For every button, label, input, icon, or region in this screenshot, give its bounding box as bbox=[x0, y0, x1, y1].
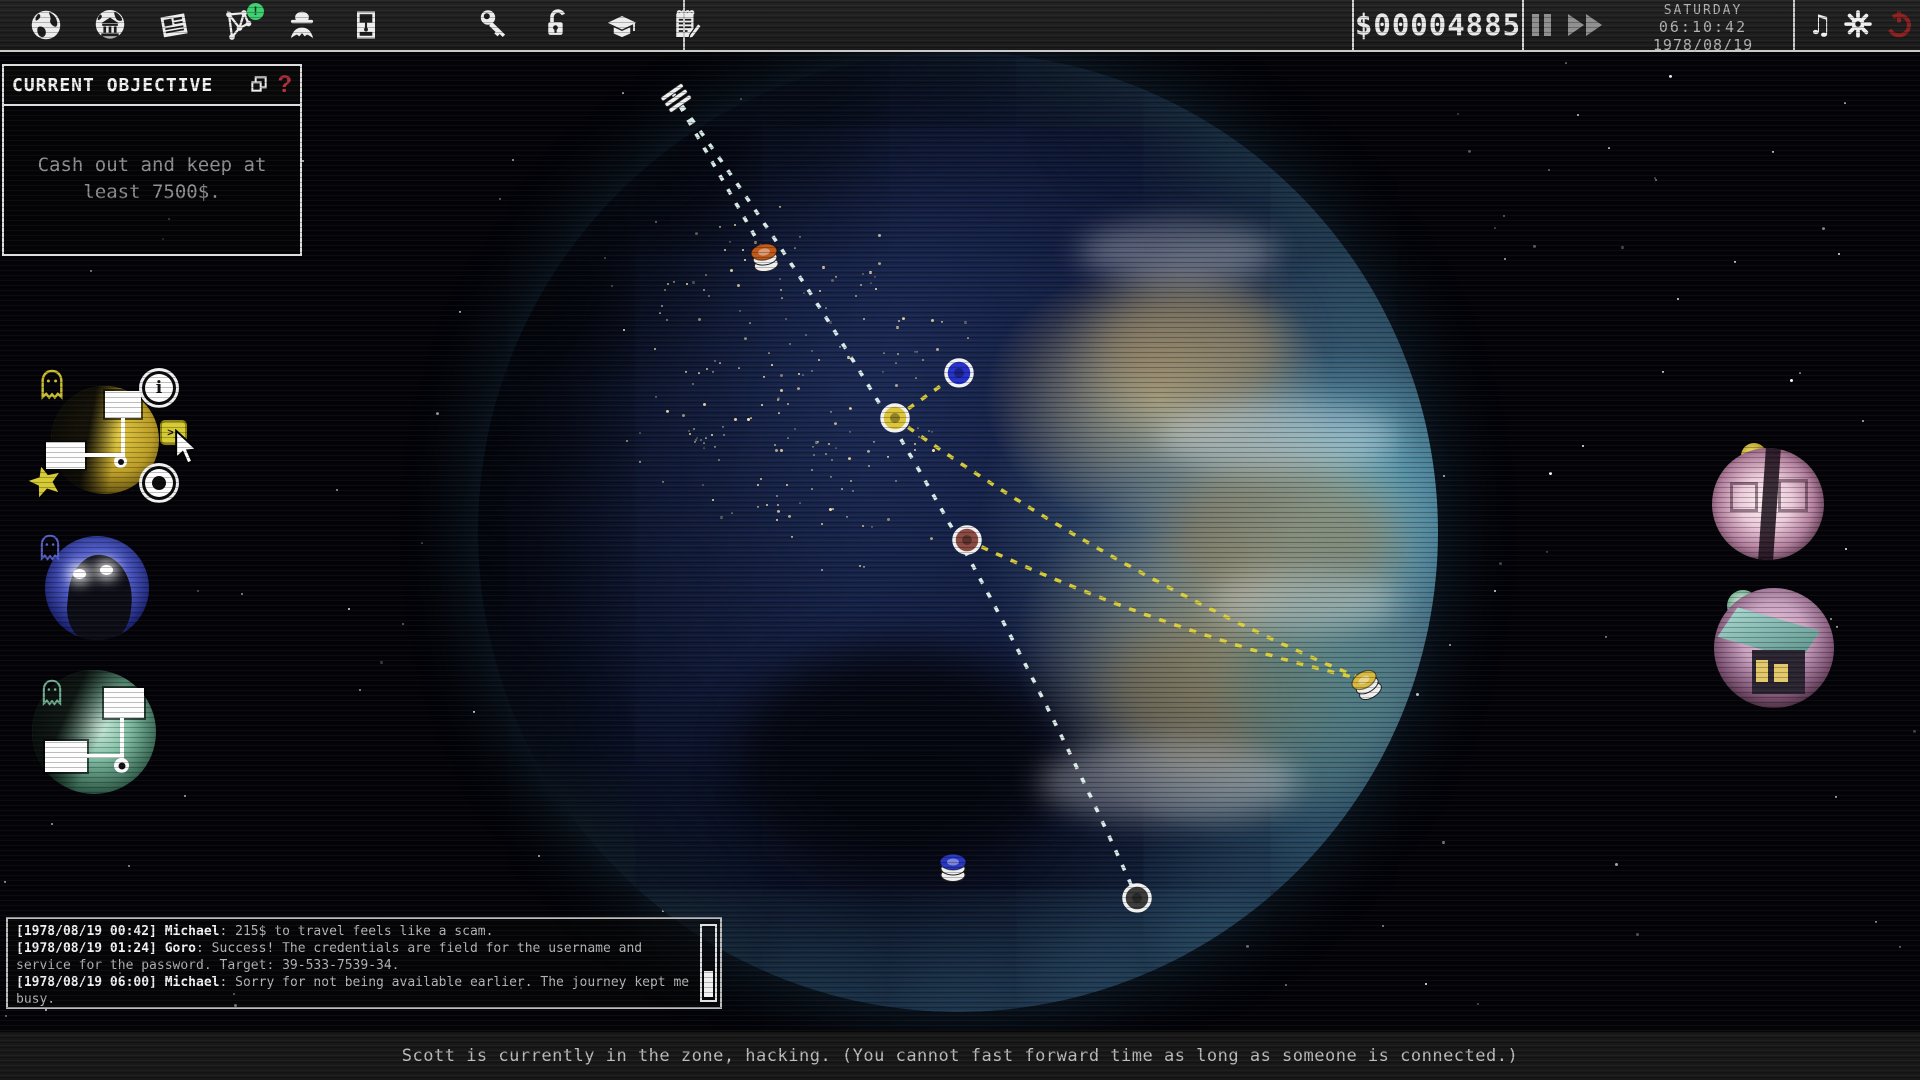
fast-forward-icon bbox=[1568, 14, 1584, 36]
fast-forward-button[interactable] bbox=[1568, 14, 1604, 36]
map-node-node-red[interactable] bbox=[954, 527, 980, 553]
toolbar-divider bbox=[683, 0, 685, 50]
tool-hardware-button[interactable] bbox=[346, 5, 386, 45]
crew1-connector bbox=[121, 418, 125, 458]
crew2-glowing-eye bbox=[100, 565, 113, 575]
tool-network-button[interactable]: ! bbox=[218, 5, 258, 45]
power-button[interactable] bbox=[1884, 9, 1914, 42]
objective-title: CURRENT OBJECTIVE bbox=[12, 75, 249, 96]
money-amount: $00004885 bbox=[1355, 8, 1521, 42]
map-node-money-stack-north[interactable] bbox=[660, 83, 692, 113]
tool-encryption-button[interactable] bbox=[538, 5, 578, 45]
notification-badge: ! bbox=[247, 3, 264, 20]
tool-learning-button[interactable] bbox=[602, 5, 642, 45]
map-node-node-white[interactable] bbox=[1124, 885, 1150, 911]
pause-icon bbox=[1532, 14, 1539, 36]
clock-day: SATURDAY bbox=[1620, 3, 1786, 18]
toolbar: ! bbox=[26, 0, 706, 50]
chat-message: [1978/08/19 01:24] Goro: Success! The cr… bbox=[16, 940, 694, 974]
map-node-server-orange[interactable] bbox=[750, 242, 780, 274]
map-node-coin-blue[interactable] bbox=[940, 854, 966, 882]
crew1-info-button[interactable]: i bbox=[145, 374, 173, 402]
system-buttons: ♫ bbox=[1802, 0, 1920, 50]
key-icon bbox=[476, 7, 512, 43]
pause-icon bbox=[1544, 14, 1551, 36]
clock-divider bbox=[1793, 0, 1795, 50]
objective-body: Cash out and keep at least 7500$. bbox=[4, 106, 300, 254]
window-frame bbox=[1778, 479, 1808, 512]
clock-time: 06:10:42 bbox=[1620, 18, 1786, 36]
tool-news-button[interactable] bbox=[154, 5, 194, 45]
crew3-ghost-icon bbox=[38, 676, 66, 710]
tool-notes-button[interactable] bbox=[666, 5, 706, 45]
crew1-ghost-icon bbox=[36, 366, 68, 404]
tool-darknet-button[interactable] bbox=[282, 5, 322, 45]
connection-line-cyan bbox=[672, 92, 764, 252]
music-icon[interactable]: ♫ bbox=[1808, 10, 1832, 41]
chat-log: [1978/08/19 00:42] Michael: 215$ to trav… bbox=[6, 917, 722, 1009]
map-node-money-stack-east[interactable] bbox=[1349, 667, 1385, 704]
fast-forward-icon bbox=[1586, 14, 1602, 36]
restore-icon bbox=[249, 74, 269, 94]
world-bank-icon bbox=[92, 7, 128, 43]
pause-button[interactable] bbox=[1532, 14, 1556, 36]
chat-message: [1978/08/19 06:00] Michael: Sorry for no… bbox=[16, 974, 694, 1008]
chat-message: [1978/08/19 00:42] Michael: 215$ to trav… bbox=[16, 923, 694, 940]
connection-line-cyan bbox=[672, 92, 1137, 898]
tool-world-map-button[interactable] bbox=[26, 5, 66, 45]
tool-world-services-button[interactable] bbox=[90, 5, 130, 45]
objective-panel: CURRENT OBJECTIVE ? Cash out and keep at… bbox=[2, 64, 302, 256]
objective-help-button[interactable]: ? bbox=[277, 71, 292, 99]
crew3-connector bbox=[87, 754, 120, 758]
crew1-record-button[interactable] bbox=[145, 469, 173, 497]
location-thumbnail-house[interactable] bbox=[1714, 588, 1834, 708]
restore-window-button[interactable] bbox=[249, 74, 269, 97]
objective-header: CURRENT OBJECTIVE ? bbox=[4, 66, 300, 106]
crew3-window-indicator bbox=[104, 688, 144, 718]
clock: SATURDAY 06:10:42 1978/08/19 bbox=[1620, 3, 1786, 49]
map-node-node-yellow[interactable] bbox=[882, 405, 908, 431]
top-bar: ! $00004885 SATURDAY 06:10:42 1978/08/19… bbox=[0, 0, 1920, 52]
gear-icon bbox=[1843, 9, 1873, 39]
crew1-node-dot bbox=[114, 455, 127, 468]
location-thumbnail-interior[interactable] bbox=[1712, 448, 1824, 560]
crew3-window-indicator bbox=[45, 741, 87, 772]
lock-icon bbox=[540, 7, 576, 43]
world-icon bbox=[28, 7, 64, 43]
window-frame bbox=[1730, 482, 1758, 512]
crew1-window-indicator bbox=[105, 391, 141, 418]
chat-scrollbar-thumb[interactable] bbox=[704, 971, 713, 997]
power-icon bbox=[1884, 9, 1914, 39]
connection-line-yellow bbox=[967, 540, 1364, 680]
status-text: Scott is currently in the zone, hacking.… bbox=[402, 1046, 1518, 1066]
news-icon bbox=[156, 7, 192, 43]
map-node-node-blue[interactable] bbox=[946, 360, 972, 386]
clock-date: 1978/08/19 bbox=[1620, 36, 1786, 54]
objective-text: Cash out and keep at least 7500$. bbox=[27, 152, 277, 206]
status-bar: Scott is currently in the zone, hacking.… bbox=[0, 1030, 1920, 1080]
learn-icon bbox=[604, 7, 640, 43]
notes-icon bbox=[668, 7, 704, 43]
chip-icon bbox=[348, 7, 384, 43]
crew2-glowing-eye bbox=[73, 569, 86, 579]
tool-passwords-button[interactable] bbox=[474, 5, 514, 45]
chat-scrollbar[interactable] bbox=[700, 924, 717, 1002]
time-controls bbox=[1532, 0, 1616, 50]
settings-button[interactable] bbox=[1843, 9, 1873, 42]
mouse-cursor bbox=[174, 429, 200, 467]
house-window bbox=[1774, 664, 1788, 682]
crew3-node-dot bbox=[114, 758, 129, 773]
spy-icon bbox=[284, 7, 320, 43]
chat-messages: [1978/08/19 00:42] Michael: 215$ to trav… bbox=[16, 923, 694, 1008]
crew2-ghost-icon bbox=[36, 531, 64, 565]
game-screen: { "topbar": { "tools": [ {"id":"world-ma… bbox=[0, 0, 1920, 1080]
house-window bbox=[1756, 660, 1768, 682]
money-display: $00004885 bbox=[1352, 0, 1524, 50]
crew2-silhouette bbox=[63, 552, 136, 640]
